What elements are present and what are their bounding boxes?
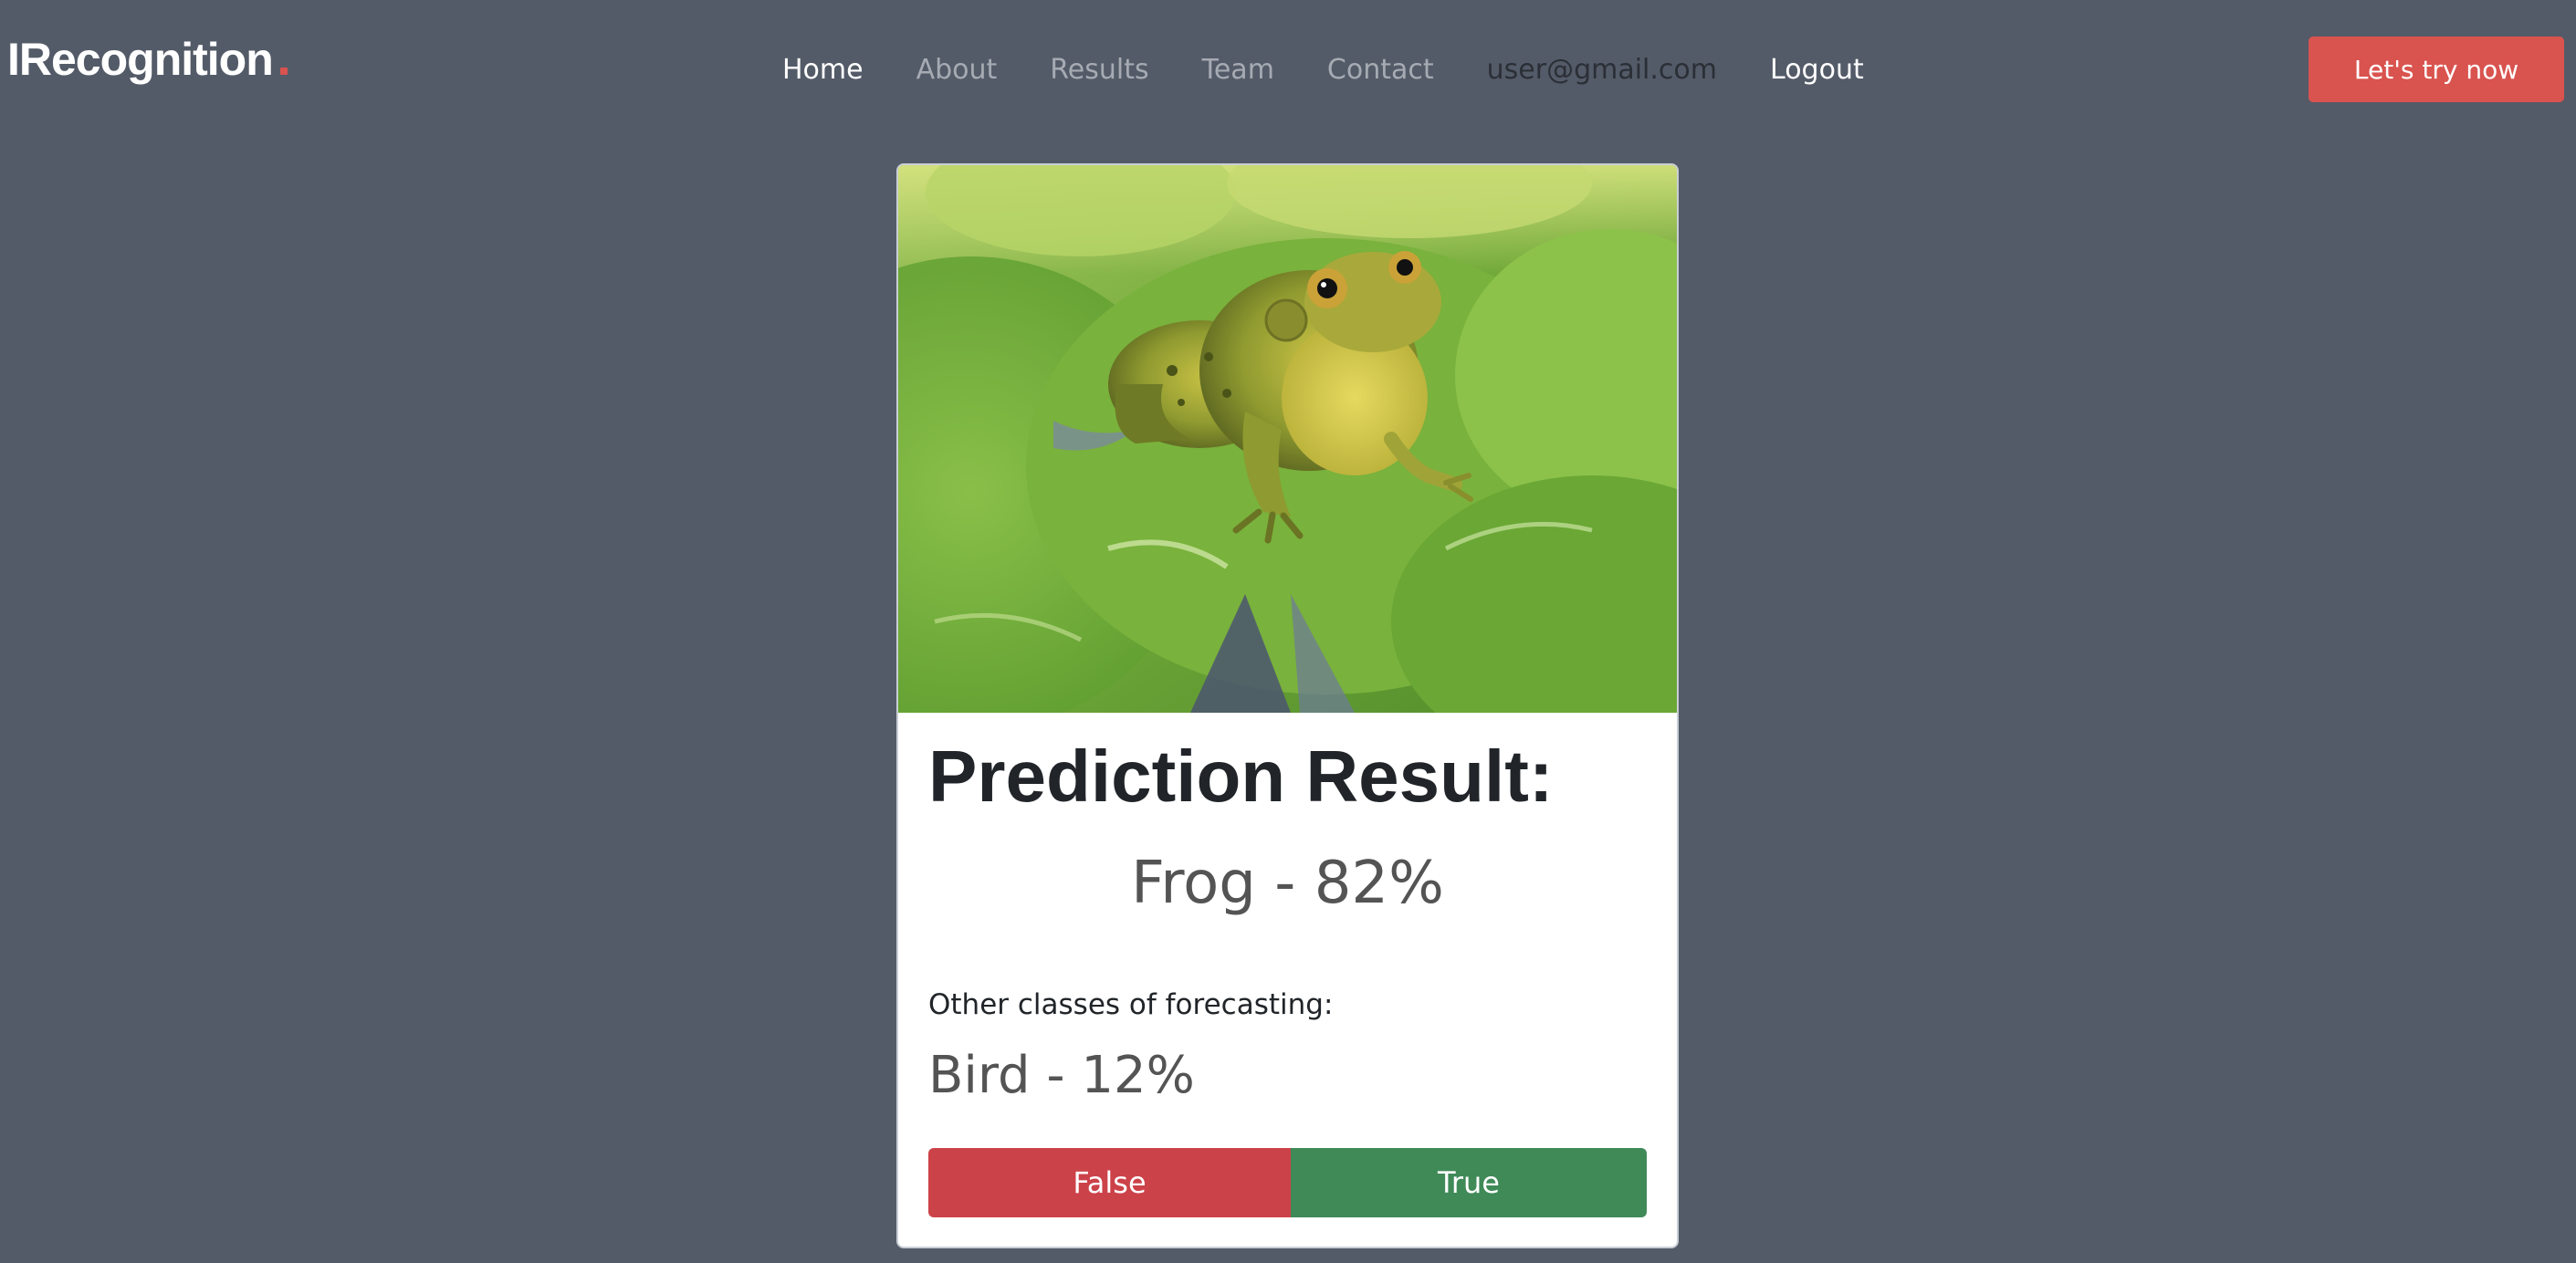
brand-logo[interactable]: IRecognition — [7, 27, 288, 91]
nav-about-link[interactable]: About — [916, 54, 998, 86]
logout-link[interactable]: Logout — [1770, 54, 1864, 86]
main-nav: Home About Results Team Contact user@gma… — [782, 44, 1864, 95]
false-button[interactable]: False — [928, 1148, 1291, 1217]
user-email-link[interactable]: user@gmail.com — [1487, 54, 1717, 86]
try-now-button[interactable]: Let's try now — [2309, 37, 2564, 102]
prediction-title: Prediction Result: — [928, 736, 1554, 817]
nav-home-link[interactable]: Home — [782, 54, 864, 86]
nav-team-link[interactable]: Team — [1202, 54, 1274, 86]
prediction-card: Prediction Result: Frog - 82% Other clas… — [896, 163, 1679, 1248]
other-classes-label: Other classes of forecasting: — [928, 988, 1334, 1021]
prediction-body: Prediction Result: Frog - 82% Other clas… — [898, 713, 1677, 1247]
nav-results-link[interactable]: Results — [1050, 54, 1148, 86]
frog-photo — [898, 165, 1677, 713]
brand-name: IRecognition — [7, 34, 274, 85]
main-prediction: Frog - 82% — [1131, 850, 1444, 917]
nav-contact-link[interactable]: Contact — [1327, 54, 1434, 86]
true-button[interactable]: True — [1291, 1148, 1647, 1217]
other-prediction: Bird - 12% — [928, 1046, 1195, 1105]
feedback-button-group: False True — [928, 1148, 1647, 1217]
brand-dot-icon — [279, 68, 288, 75]
